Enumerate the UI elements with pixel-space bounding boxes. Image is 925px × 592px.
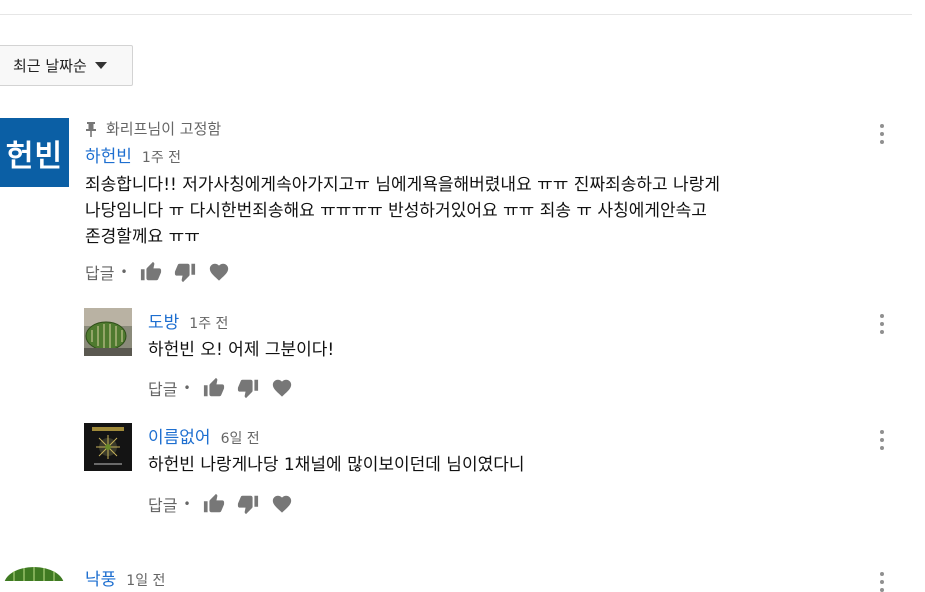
comment-author[interactable]: 낙풍: [85, 565, 116, 590]
avatar-image: [0, 565, 69, 581]
comment-line: 나당임니다 ㅠ 다시한번죄송해요 ㅠㅠㅠㅠ 반성하거있어요 ㅠㅠ 죄송 ㅠ 사칭…: [85, 201, 707, 221]
reply-button[interactable]: 답글: [85, 260, 114, 284]
sort-label: 최근 날짜순: [13, 57, 87, 75]
reply-time[interactable]: 1주 전: [189, 313, 228, 333]
pin-icon: [86, 121, 96, 137]
more-vertical-icon[interactable]: [880, 430, 884, 450]
comment-header: 하헌빈 1주 전: [85, 142, 181, 167]
heart-icon[interactable]: [271, 493, 293, 515]
reply-button[interactable]: 답글: [148, 492, 177, 516]
reply-text: 하헌빈 나랑게나당 1채널에 많이보이던데 님이였다니: [148, 455, 525, 475]
section-divider: [0, 14, 912, 15]
more-vertical-icon[interactable]: [880, 314, 884, 334]
separator-dot: •: [183, 497, 191, 511]
sort-dropdown-button[interactable]: 최근 날짜순: [0, 45, 133, 86]
pinned-indicator: 화리프님이 고정함: [84, 118, 221, 139]
reply-text: 하헌빈 오! 어제 그분이다!: [148, 340, 335, 360]
avatar[interactable]: [84, 423, 132, 471]
caret-down-icon: [94, 62, 107, 69]
comment-line: 죄송합니다!! 저가사칭에게속아가지고ㅠ 님에게욕을해버렸내요 ㅠㅠ 진짜죄송하…: [85, 175, 720, 195]
thumbs-down-icon[interactable]: [237, 377, 259, 399]
reply-header: 이름없어 6일 전: [148, 423, 260, 448]
reply-actions: 답글 •: [148, 492, 305, 516]
comment-header: 낙풍 1일 전: [85, 565, 165, 590]
comment-line: 존경할께요 ㅠㅠ: [85, 227, 200, 247]
comment-actions: 답글 •: [85, 260, 242, 284]
reply-header: 도방 1주 전: [148, 308, 228, 333]
reply-actions: 답글 •: [148, 376, 305, 400]
heart-icon[interactable]: [208, 261, 230, 283]
avatar[interactable]: [84, 308, 132, 356]
reply-author[interactable]: 도방: [148, 308, 179, 333]
avatar[interactable]: [0, 565, 69, 581]
pinned-label: 화리프님이 고정함: [106, 120, 222, 138]
comment-body: 죄송합니다!! 저가사칭에게속아가지고ㅠ 님에게욕을해버렸내요 ㅠㅠ 진짜죄송하…: [85, 172, 720, 250]
avatar[interactable]: 헌빈: [0, 118, 69, 187]
avatar-text: 헌빈: [5, 138, 64, 174]
separator-dot: •: [120, 265, 128, 279]
reply-author[interactable]: 이름없어: [148, 423, 211, 448]
more-vertical-icon[interactable]: [880, 124, 884, 144]
heart-icon[interactable]: [271, 377, 293, 399]
thumbs-down-icon[interactable]: [237, 493, 259, 515]
reply-body: 하헌빈 오! 어제 그분이다!: [148, 337, 334, 363]
reply-time[interactable]: 6일 전: [221, 428, 260, 448]
more-vertical-icon[interactable]: [880, 572, 884, 592]
avatar-image: [84, 423, 132, 471]
thumbs-up-icon[interactable]: [140, 261, 162, 283]
comment-author[interactable]: 하헌빈: [85, 142, 132, 167]
reply-body: 하헌빈 나랑게나당 1채널에 많이보이던데 님이였다니: [148, 452, 525, 478]
comment-time[interactable]: 1일 전: [126, 570, 165, 590]
thumbs-up-icon[interactable]: [203, 377, 225, 399]
reply-button[interactable]: 답글: [148, 376, 177, 400]
thumbs-up-icon[interactable]: [203, 493, 225, 515]
separator-dot: •: [183, 381, 191, 395]
avatar-image: [84, 308, 132, 356]
thumbs-down-icon[interactable]: [174, 261, 196, 283]
comment-time[interactable]: 1주 전: [142, 147, 181, 167]
